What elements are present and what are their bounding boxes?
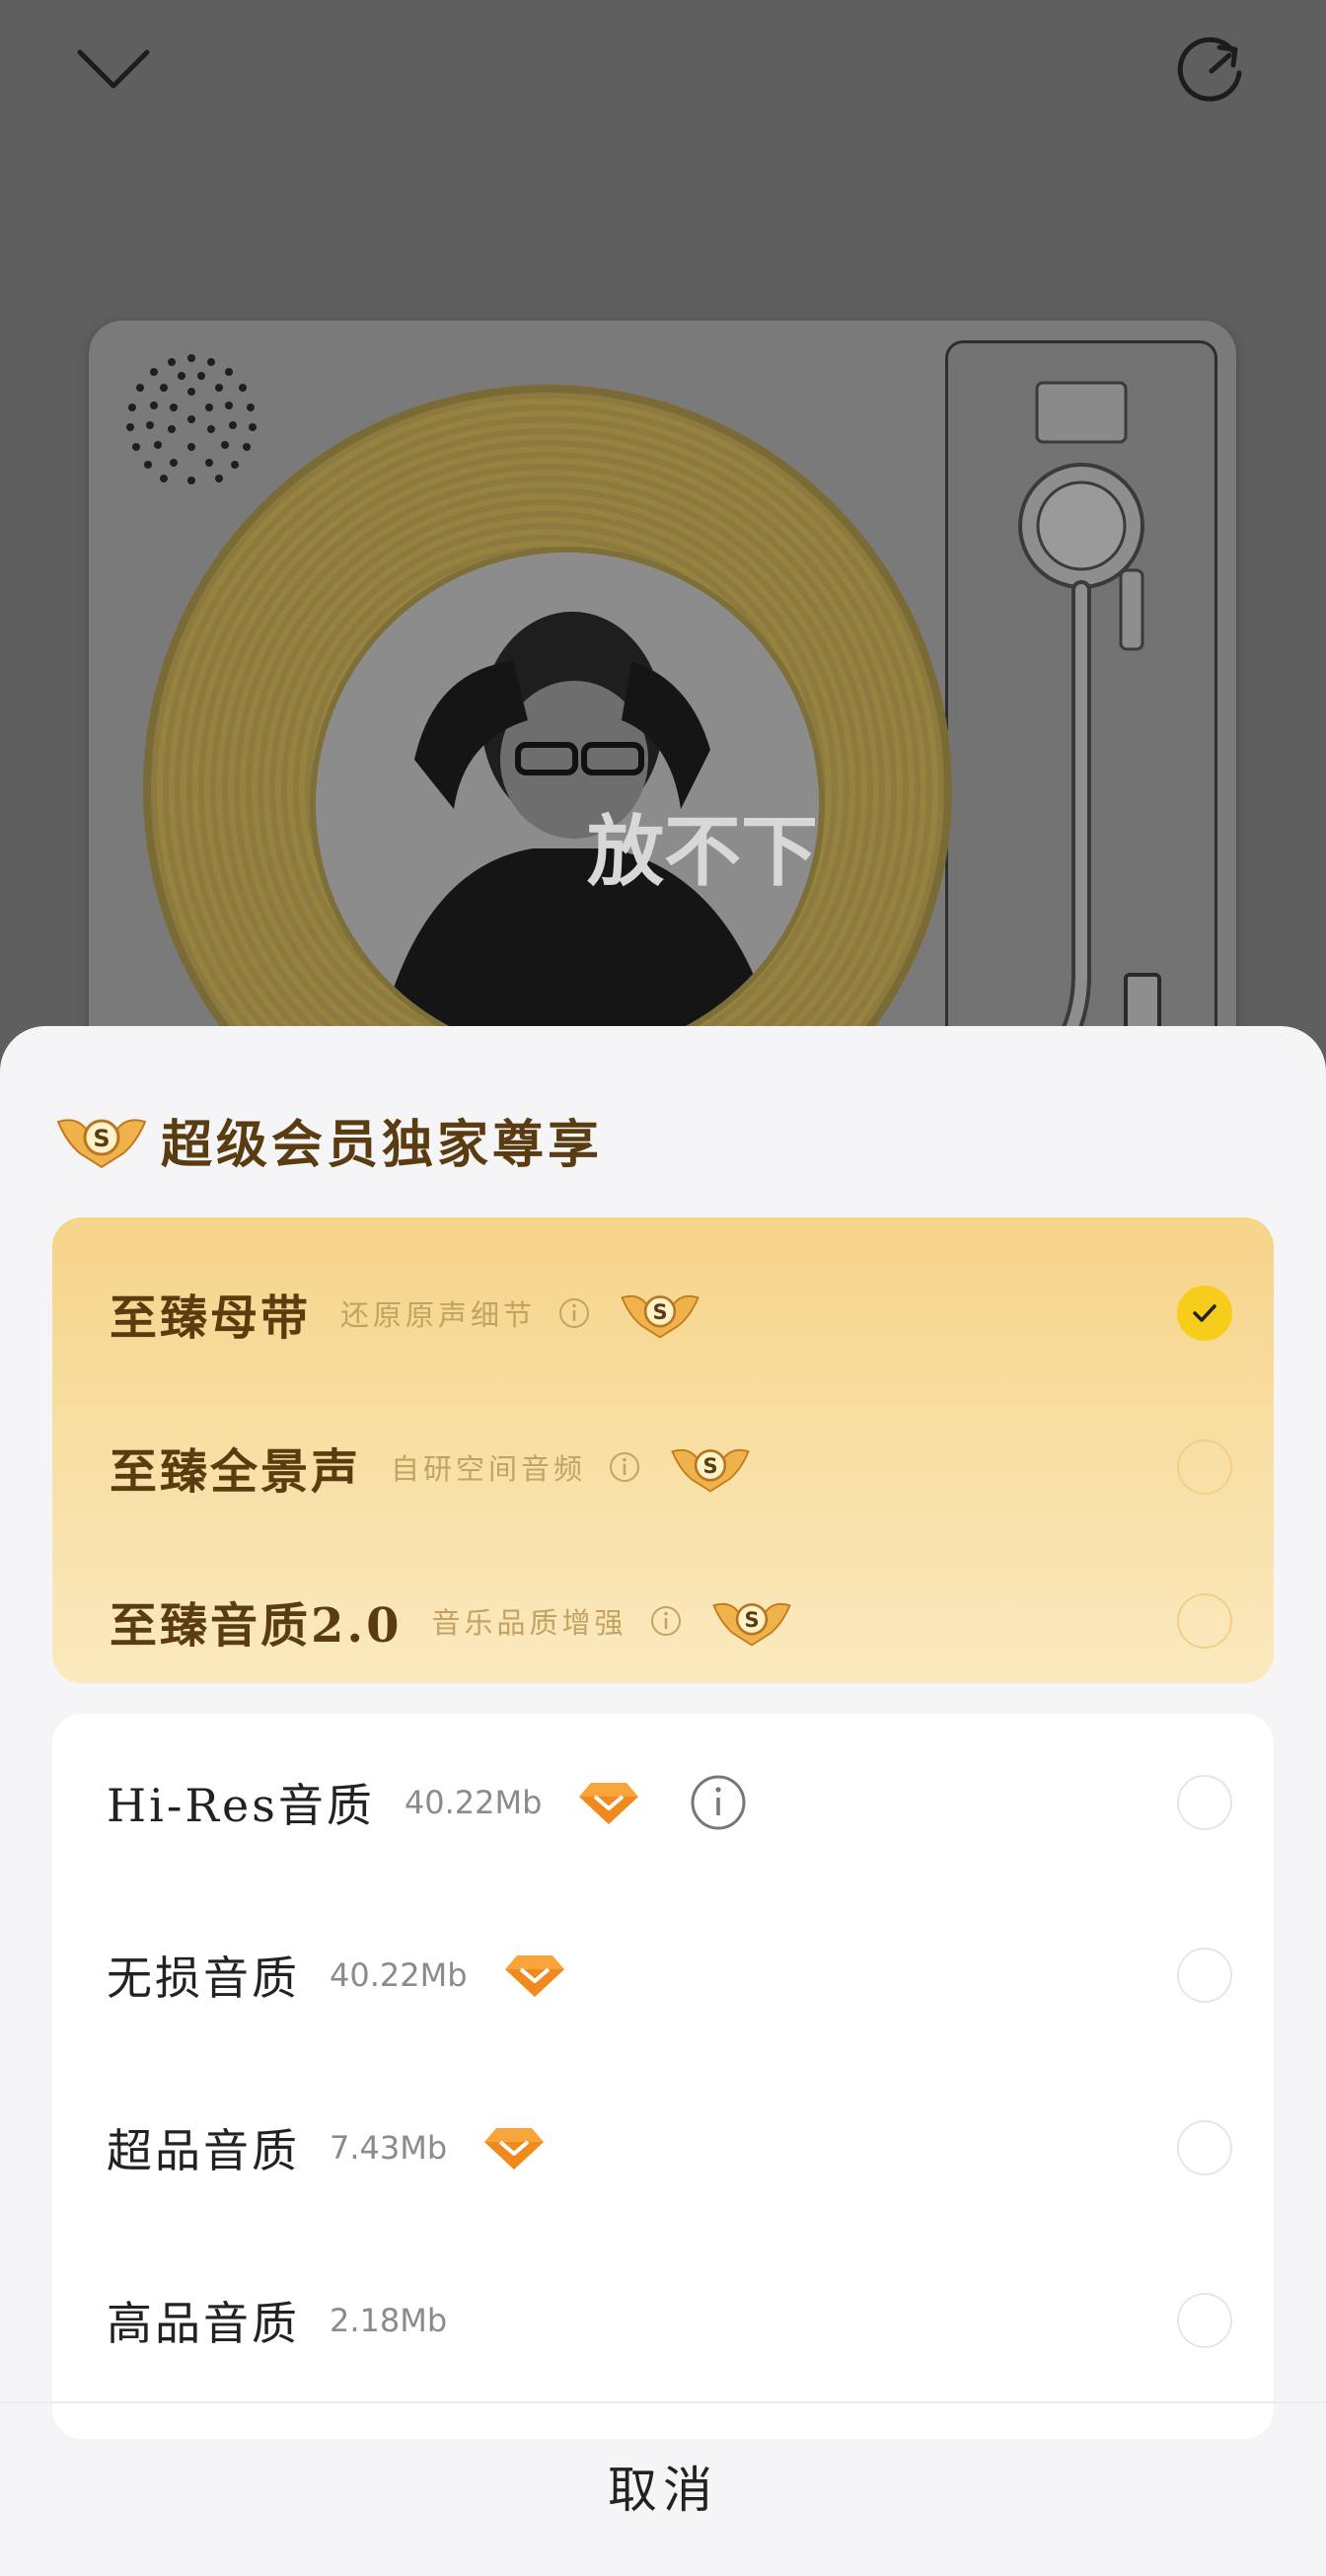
- sheet-title: 超级会员独家尊享: [161, 1114, 604, 1175]
- info-icon[interactable]: [649, 1604, 683, 1638]
- refresh-icon: [1177, 37, 1242, 102]
- quality-option-super[interactable]: 超品音质 7.43Mb: [52, 2089, 1274, 2207]
- radio-unselected[interactable]: [1177, 1948, 1232, 2003]
- svg-text:S: S: [93, 1125, 110, 1152]
- info-icon[interactable]: [608, 1450, 641, 1484]
- premium-option-quality-2[interactable]: 至臻音质2.0 音乐品质增强 S: [52, 1567, 1274, 1675]
- option-name: 无损音质: [107, 1951, 300, 2005]
- quality-sheet: S 超级会员独家尊享 至臻母带 还原原声细节 S 至臻全景声 自研空间音频 S …: [0, 1026, 1326, 2576]
- cancel-button[interactable]: 取消: [0, 2442, 1326, 2531]
- option-size: 2.18Mb: [330, 2302, 448, 2339]
- option-size: 40.22Mb: [330, 1956, 468, 1994]
- vip-diamond-icon: [504, 1955, 564, 1997]
- info-icon[interactable]: [557, 1296, 591, 1330]
- info-icon[interactable]: [690, 1774, 747, 1831]
- radio-unselected[interactable]: [1177, 2120, 1232, 2175]
- player-background: 放不下: [0, 0, 1326, 1194]
- svip-badge-icon: S: [711, 1602, 791, 1647]
- option-desc: 还原原声细节: [340, 1298, 537, 1332]
- collapse-button[interactable]: [74, 30, 153, 109]
- option-name: 至臻音质2.0: [110, 1598, 403, 1654]
- option-name: 至臻全景声: [110, 1444, 362, 1500]
- svip-badge-icon: S: [671, 1448, 750, 1493]
- quality-option-hires[interactable]: Hi-Res音质 40.22Mb: [52, 1743, 1274, 1862]
- speaker-grill-icon: [126, 354, 257, 484]
- svip-badge-icon: S: [621, 1294, 700, 1339]
- album-cover: 放不下: [316, 552, 819, 1056]
- sheet-header: S 超级会员独家尊享: [54, 1090, 603, 1189]
- svg-text:S: S: [702, 1454, 717, 1478]
- quality-options-card: Hi-Res音质 40.22Mb 无损音质 40.22Mb 超品音质 7.43M…: [52, 1714, 1274, 2439]
- tonearm-panel: [945, 340, 1217, 1116]
- quality-option-high[interactable]: 高品音质 2.18Mb: [52, 2261, 1274, 2380]
- vip-diamond-icon: [484, 2128, 545, 2170]
- option-name: 高品音质: [107, 2297, 300, 2350]
- premium-options-card: 至臻母带 还原原声细节 S 至臻全景声 自研空间音频 S 至臻音质2.0 音乐品…: [52, 1217, 1274, 1683]
- option-size: 40.22Mb: [404, 1784, 543, 1821]
- radio-unselected[interactable]: [1177, 2293, 1232, 2348]
- radio-unselected[interactable]: [1177, 1439, 1232, 1495]
- chevron-down-icon: [77, 49, 150, 89]
- radio-selected[interactable]: [1177, 1286, 1232, 1341]
- radio-unselected[interactable]: [1177, 1593, 1232, 1649]
- quality-option-lossless[interactable]: 无损音质 40.22Mb: [52, 1916, 1274, 2034]
- radio-unselected[interactable]: [1177, 1775, 1232, 1830]
- option-desc: 音乐品质增强: [431, 1606, 627, 1640]
- cover-title: 放不下: [587, 807, 818, 897]
- refresh-button[interactable]: [1172, 30, 1251, 109]
- option-name: 超品音质: [107, 2124, 300, 2177]
- option-desc: 自研空间音频: [391, 1452, 587, 1486]
- divider: [0, 2401, 1326, 2403]
- svg-text:S: S: [652, 1300, 667, 1324]
- svg-text:S: S: [744, 1608, 759, 1632]
- check-icon: [1193, 1304, 1216, 1322]
- svip-badge-icon: S: [56, 1119, 147, 1169]
- premium-option-master-tape[interactable]: 至臻母带 还原原声细节 S: [52, 1259, 1274, 1367]
- option-name: 至臻母带: [110, 1290, 312, 1346]
- premium-option-spatial-audio[interactable]: 至臻全景声 自研空间音频 S: [52, 1413, 1274, 1521]
- option-size: 7.43Mb: [330, 2129, 448, 2167]
- option-name: Hi-Res音质: [107, 1779, 375, 1832]
- vip-diamond-icon: [579, 1783, 639, 1824]
- tonearm-icon: [1018, 381, 1161, 1083]
